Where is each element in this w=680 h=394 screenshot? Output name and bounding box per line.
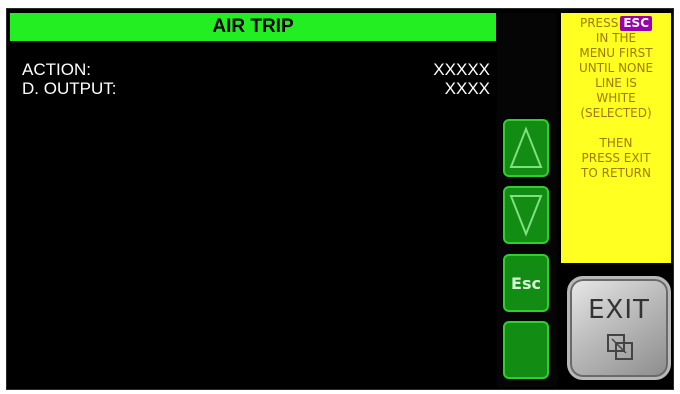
scroll-up-button[interactable] [503, 119, 549, 177]
hint-spacer [561, 121, 671, 136]
hint-line-7: (SELECTED) [580, 106, 652, 120]
triangle-up-icon [509, 126, 543, 168]
instruction-panel: PRESS ESC IN THE MENU FIRST UNTIL NONE LI… [561, 13, 671, 263]
esc-button[interactable]: Esc [503, 254, 549, 312]
triangle-down-icon [509, 195, 543, 237]
hint-line-2: IN THE [595, 31, 637, 45]
hint-line-4: UNTIL NONE [578, 61, 654, 75]
blank-button[interactable] [503, 321, 549, 379]
exit-button[interactable]: EXIT [567, 276, 671, 380]
main-panel: AIR TRIP ACTION: XXXXX D. OUTPUT: XXXX [10, 13, 496, 387]
hint-line-8: THEN [599, 136, 633, 150]
esc-button-label: Esc [511, 273, 541, 293]
scroll-down-button[interactable] [503, 186, 549, 244]
d-output-value: XXXX [444, 79, 490, 98]
hint-line-6: WHITE [596, 91, 636, 105]
d-output-label: D. OUTPUT: [22, 79, 117, 98]
page-title: AIR TRIP [10, 13, 496, 41]
overlapping-squares-icon [607, 334, 633, 360]
hint-line-9: PRESS EXIT [581, 151, 651, 165]
hint-line-5: LINE IS [595, 76, 637, 90]
action-label: ACTION: [22, 60, 91, 79]
side-button-column: Esc [497, 13, 557, 387]
d-output-row[interactable]: D. OUTPUT: XXXX [22, 79, 490, 99]
exit-button-label: EXIT [588, 295, 650, 325]
hint-line-3: MENU FIRST [579, 46, 653, 60]
hint-line-10: TO RETURN [581, 166, 651, 180]
action-row[interactable]: ACTION: XXXXX [22, 60, 490, 80]
hint-line-1: PRESS ESC [561, 16, 671, 31]
hint-press-text: PRESS [579, 16, 619, 30]
esc-badge: ESC [620, 16, 653, 31]
action-value: XXXXX [433, 60, 490, 79]
